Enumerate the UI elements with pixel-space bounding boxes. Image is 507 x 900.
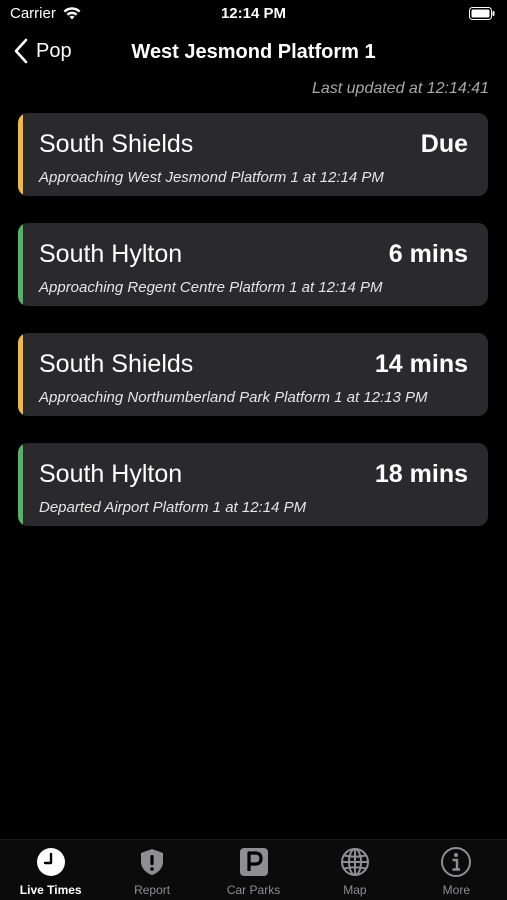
status-time: 12:14 PM	[220, 5, 287, 22]
destination-label: South Hylton	[39, 460, 183, 488]
eta-label: 14 mins	[374, 350, 468, 378]
parking-icon	[239, 848, 268, 876]
battery-icon	[469, 7, 495, 20]
navigation-bar: Pop West Jesmond Platform 1	[0, 30, 507, 74]
departure-card[interactable]: South Hylton 6 mins Approaching Regent C…	[18, 223, 488, 306]
train-status-text: Approaching West Jesmond Platform 1 at 1…	[39, 169, 384, 186]
globe-icon	[340, 848, 369, 876]
tab-bar: Live Times Report Car Parks Map More	[0, 839, 507, 900]
line-color-indicator	[18, 333, 23, 416]
report-icon	[141, 849, 164, 875]
tab-label: Map	[343, 883, 367, 897]
destination-label: South Hylton	[39, 240, 183, 268]
eta-label: Due	[420, 130, 468, 158]
train-status-text: Approaching Regent Centre Platform 1 at …	[39, 279, 383, 296]
line-color-indicator	[18, 443, 23, 526]
line-color-indicator	[18, 223, 23, 306]
last-updated-text: Last updated at 12:14:41	[311, 80, 489, 97]
tab-live-times[interactable]: Live Times	[0, 840, 101, 900]
tab-label: Report	[134, 883, 171, 897]
tab-car-parks[interactable]: Car Parks	[203, 840, 304, 900]
tab-report[interactable]: Report	[101, 840, 202, 900]
tab-label: Car Parks	[226, 883, 281, 897]
departure-card[interactable]: South Shields Due Approaching West Jesmo…	[18, 113, 488, 196]
eta-label: 18 mins	[374, 460, 468, 488]
tab-label: More	[442, 883, 470, 897]
line-color-indicator	[18, 113, 23, 196]
tab-more[interactable]: More	[406, 840, 507, 900]
page-title: West Jesmond Platform 1	[131, 41, 376, 63]
train-status-text: Approaching Northumberland Park Platform…	[39, 389, 428, 406]
clock-icon	[36, 848, 65, 876]
destination-label: South Shields	[39, 350, 194, 378]
tab-map[interactable]: Map	[304, 840, 405, 900]
departure-card[interactable]: South Hylton 18 mins Departed Airport Pl…	[18, 443, 488, 526]
departure-card[interactable]: South Shields 14 mins Approaching Northu…	[18, 333, 488, 416]
info-icon	[441, 847, 472, 877]
departures-list: South Shields Due Approaching West Jesmo…	[18, 113, 488, 553]
eta-label: 6 mins	[388, 240, 468, 268]
status-bar: Carrier 12:14 PM	[0, 0, 507, 28]
tab-label: Live Times	[19, 883, 82, 897]
destination-label: South Shields	[39, 130, 194, 158]
train-status-text: Departed Airport Platform 1 at 12:14 PM	[39, 499, 307, 516]
